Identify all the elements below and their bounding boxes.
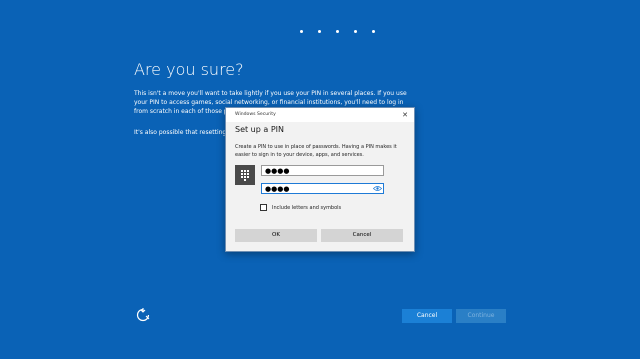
include-letters-checkbox[interactable] bbox=[260, 204, 267, 211]
dialog-caption: Windows Security bbox=[235, 112, 276, 117]
set-pin-dialog: Windows Security ✕ Set up a PIN Create a… bbox=[225, 107, 415, 252]
dialog-cancel-button[interactable]: Cancel bbox=[321, 229, 403, 242]
progress-dot bbox=[318, 30, 321, 33]
progress-dot bbox=[372, 30, 375, 33]
ok-button[interactable]: OK bbox=[235, 229, 317, 242]
progress-dots bbox=[300, 30, 375, 33]
page-title: Are you sure? bbox=[134, 60, 244, 79]
eye-icon[interactable] bbox=[373, 185, 382, 192]
progress-dot bbox=[300, 30, 303, 33]
dialog-description: Create a PIN to use in place of password… bbox=[235, 144, 397, 158]
pin-field[interactable] bbox=[261, 165, 384, 176]
ease-of-access-icon[interactable] bbox=[135, 307, 151, 323]
checkbox-label: Include letters and symbols bbox=[272, 205, 342, 211]
dialog-titlebar: Windows Security ✕ bbox=[226, 108, 414, 122]
cancel-button[interactable]: Cancel bbox=[402, 309, 452, 323]
confirm-pin-field[interactable] bbox=[261, 183, 384, 194]
continue-button[interactable]: Continue bbox=[456, 309, 506, 323]
close-icon[interactable]: ✕ bbox=[400, 110, 410, 120]
dialog-heading: Set up a PIN bbox=[235, 125, 284, 134]
progress-dot bbox=[336, 30, 339, 33]
progress-dot bbox=[354, 30, 357, 33]
keypad-icon bbox=[235, 165, 255, 185]
